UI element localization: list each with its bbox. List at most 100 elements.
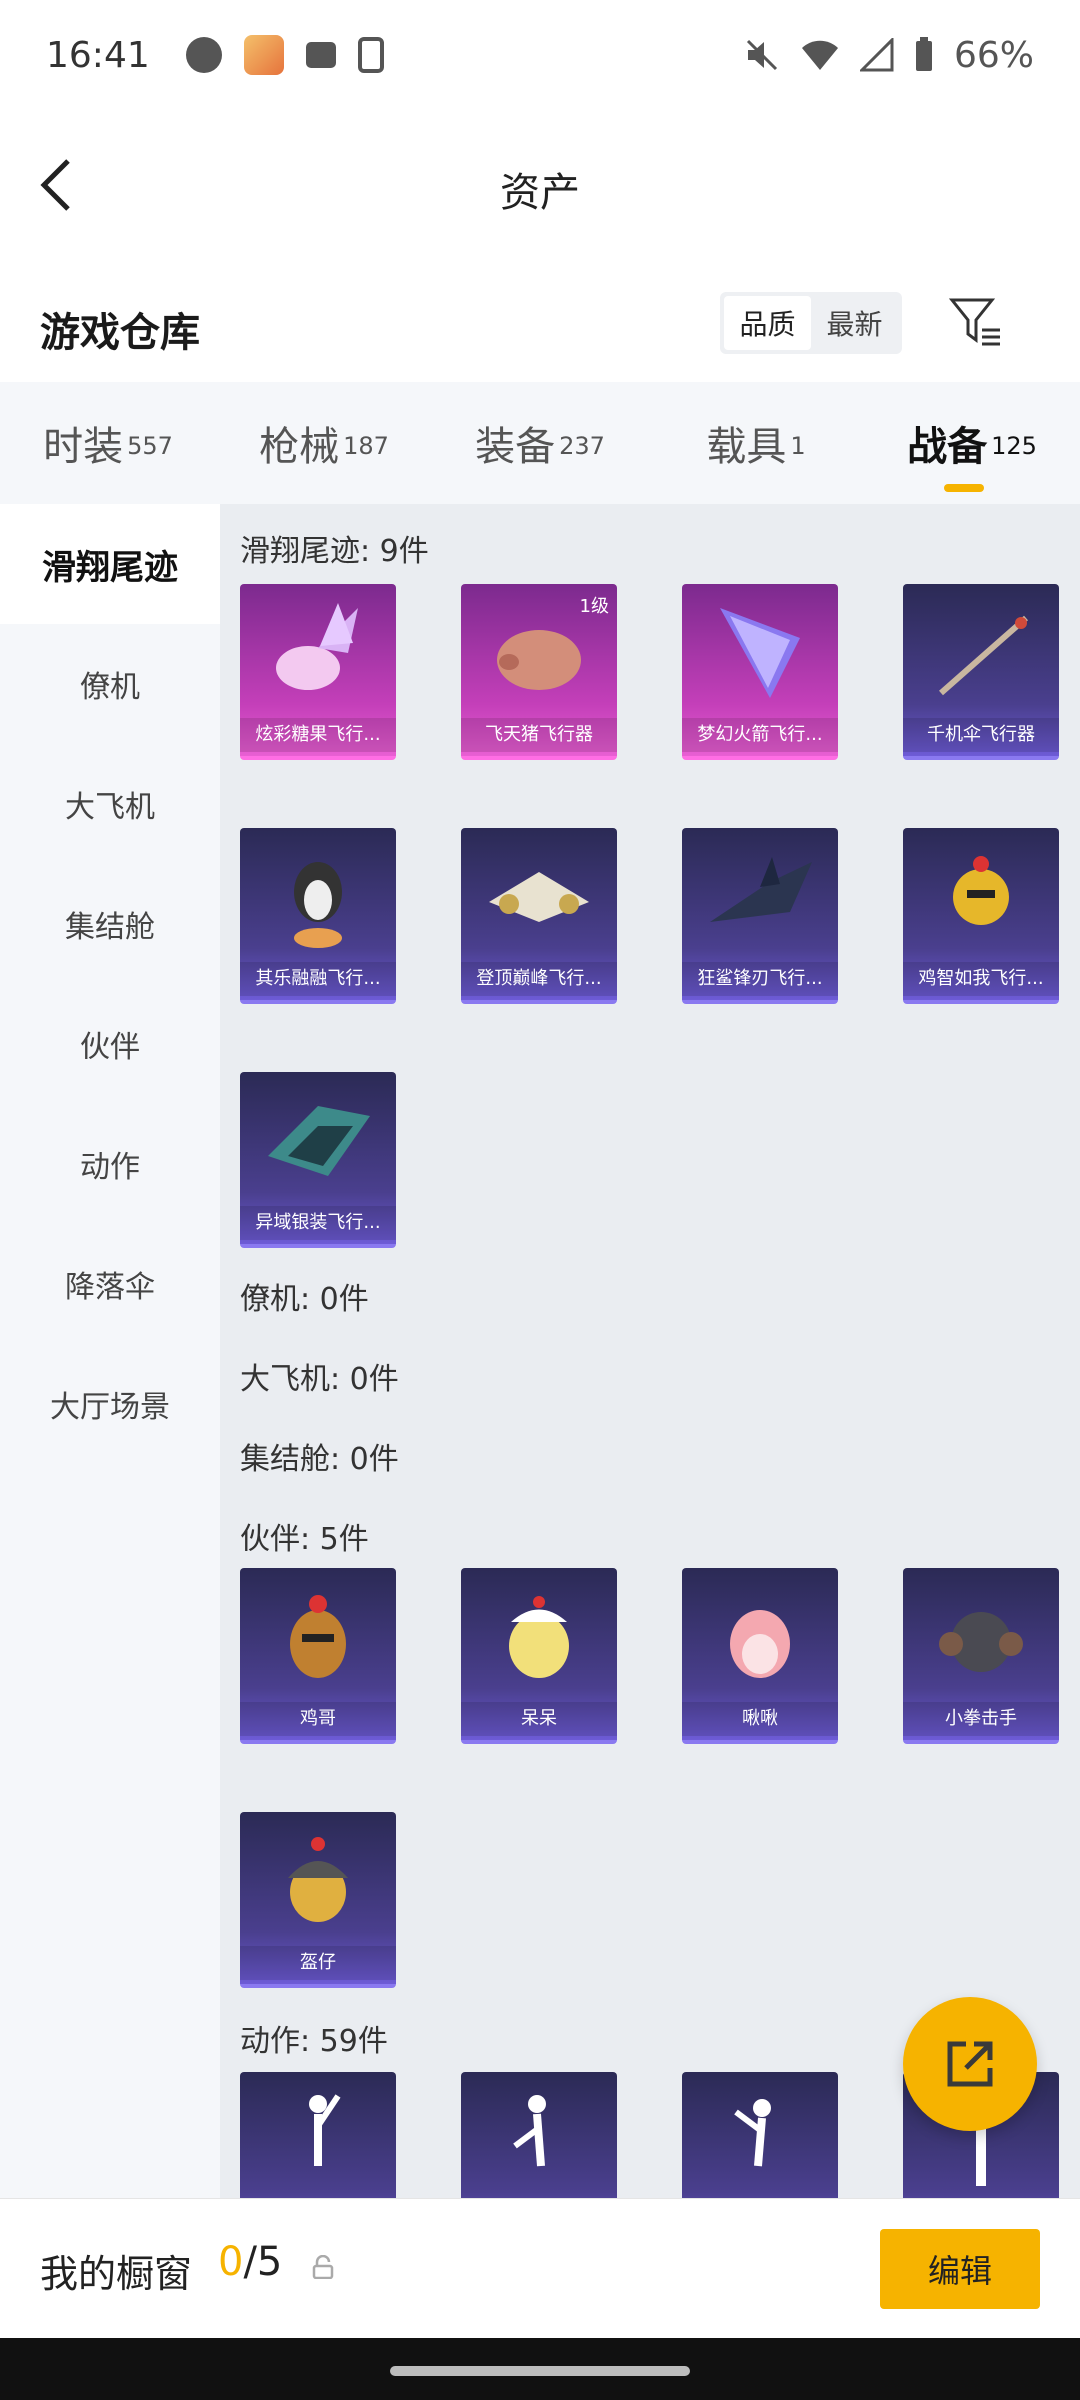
item-card[interactable]: 千机伞飞行器 (903, 584, 1059, 760)
game-app-icon (243, 35, 284, 75)
item-name: 飞天猪飞行器 (461, 718, 617, 752)
category-tabs: 时装 557 枪械 187 装备 237 载具 1 战备 125 (0, 382, 1080, 504)
sort-newest-option[interactable]: 最新 (811, 296, 898, 350)
item-card[interactable]: 梦幻火箭飞行... (682, 584, 838, 760)
group-title-wingman: 僚机: 0件 (240, 1282, 369, 1317)
penguin-glider-icon (294, 862, 342, 948)
dancer-emote-icon (309, 2094, 341, 2166)
sidebar: 滑翔尾迹 僚机 大飞机 集结舱 伙伴 动作 降落伞 大厅场景 (0, 504, 220, 2198)
app-header: 资产 (0, 110, 1080, 260)
page-title: 资产 (500, 170, 580, 216)
sidebar-item-capsule[interactable]: 集结舱 (0, 864, 220, 984)
item-card[interactable]: 小拳击手 (903, 1568, 1059, 1744)
item-card[interactable] (240, 2072, 396, 2198)
system-icons: 66% (744, 35, 1034, 76)
sidebar-item-emote[interactable]: 动作 (0, 1104, 220, 1224)
item-name: 鸡智如我飞行... (903, 962, 1059, 996)
tab-label: 载具 (706, 424, 787, 470)
notification-icons (185, 35, 384, 75)
item-name: 千机伞飞行器 (903, 718, 1059, 752)
item-card[interactable]: 炫彩糖果飞行... (240, 584, 396, 760)
tab-fashion[interactable]: 时装 557 (0, 414, 216, 472)
shark-glider-icon (710, 857, 812, 922)
item-card[interactable]: 鸡哥 (240, 1568, 396, 1744)
sidebar-item-parachute[interactable]: 降落伞 (0, 1224, 220, 1344)
item-card[interactable] (461, 2072, 617, 2198)
showcase-total: /5 (243, 2239, 283, 2285)
summit-glider-icon (489, 872, 589, 922)
tab-label: 时装 (43, 424, 124, 470)
sidebar-item-lobby-scene[interactable]: 大厅场景 (0, 1344, 220, 1464)
item-name: 小拳击手 (903, 1702, 1059, 1736)
tab-count: 1 (790, 431, 806, 460)
item-name: 其乐融融飞行... (240, 962, 396, 996)
item-card[interactable]: 1级 飞天猪飞行器 (461, 584, 617, 760)
filter-icon[interactable] (948, 294, 1004, 350)
item-card[interactable]: 狂鲨锋刃飞行... (682, 828, 838, 1004)
item-name: 呆呆 (461, 1702, 617, 1736)
level-badge: 1级 (579, 596, 609, 617)
item-name: 异域银装飞行... (240, 1206, 396, 1240)
gesture-handle[interactable] (390, 2366, 690, 2376)
showcase-label: 我的橱窗 (40, 2252, 193, 2296)
item-card[interactable] (682, 2072, 838, 2198)
share-fab-button[interactable] (903, 1997, 1037, 2131)
rooster-partner-icon (290, 1595, 346, 1678)
item-card[interactable]: 呆呆 (461, 1568, 617, 1744)
tab-weapons[interactable]: 枪械 187 (216, 414, 432, 472)
sort-toggle: 品质 最新 (720, 292, 902, 354)
face-app-icon (185, 37, 222, 73)
system-nav-bar (0, 2338, 1080, 2400)
boxer-partner-icon (939, 1612, 1023, 1672)
item-card[interactable]: 鸡智如我飞行... (903, 828, 1059, 1004)
item-list: 滑翔尾迹: 9件 炫彩糖果飞行... 1级 飞天猪飞行器 梦幻火箭飞行... 千… (220, 504, 1080, 2198)
silver-glider-icon (268, 1106, 370, 1176)
tab-battle-prep[interactable]: 战备 125 (864, 414, 1080, 492)
tab-vehicles[interactable]: 载具 1 (648, 414, 864, 472)
item-name: 登顶巅峰飞行... (461, 962, 617, 996)
sidebar-item-partner[interactable]: 伙伴 (0, 984, 220, 1104)
tab-equipment[interactable]: 装备 237 (432, 414, 648, 472)
candy-glider-icon (276, 603, 358, 690)
group-title-capsule: 集结舱: 0件 (240, 1442, 399, 1477)
helmet-partner-icon (288, 1837, 348, 1922)
battery-icon (915, 37, 932, 71)
warehouse-header: 游戏仓库 品质 最新 (0, 280, 1080, 380)
chicken-glider-icon (953, 856, 1009, 925)
showcase-current: 0 (218, 2239, 244, 2285)
dancer-emote-icon (513, 2095, 546, 2167)
signal-icon (859, 38, 894, 72)
showcase-count: 0/5 (218, 2239, 282, 2285)
sidebar-item-big-plane[interactable]: 大飞机 (0, 744, 220, 864)
sort-quality-option[interactable]: 品质 (724, 296, 811, 350)
mute-icon (746, 39, 778, 71)
item-card[interactable]: 啾啾 (682, 1568, 838, 1744)
warehouse-title: 游戏仓库 (40, 310, 200, 356)
pink-bird-partner-icon (730, 1610, 790, 1678)
item-card[interactable]: 异域银装飞行... (240, 1072, 396, 1248)
item-name: 梦幻火箭飞行... (682, 718, 838, 752)
umbrella-glider-icon (939, 615, 1028, 696)
item-name: 盔仔 (240, 1946, 396, 1980)
battery-level: 66% (953, 34, 1034, 76)
lock-icon (312, 2255, 334, 2279)
item-card[interactable]: 其乐融融飞行... (240, 828, 396, 1004)
status-bar: 16:41 66% (0, 0, 1080, 110)
tab-label: 枪械 (259, 424, 340, 470)
sidebar-item-glider-trail[interactable]: 滑翔尾迹 (0, 504, 220, 624)
group-title-emote: 动作: 59件 (240, 2024, 388, 2059)
edit-button[interactable]: 编辑 (880, 2229, 1040, 2309)
item-name: 啾啾 (682, 1702, 838, 1736)
mail-icon (305, 42, 336, 68)
showcase-bar: 我的橱窗 0/5 编辑 (0, 2198, 1080, 2338)
item-card[interactable]: 盔仔 (240, 1812, 396, 1988)
tab-label: 装备 (475, 424, 556, 470)
group-title-partner: 伙伴: 5件 (240, 1522, 369, 1557)
tab-count: 187 (343, 431, 389, 460)
tab-count: 237 (559, 431, 605, 460)
tab-label: 战备 (907, 424, 988, 470)
item-card[interactable]: 登顶巅峰飞行... (461, 828, 617, 1004)
sidebar-item-wingman[interactable]: 僚机 (0, 624, 220, 744)
dream-rocket-icon (720, 608, 800, 698)
tab-count: 125 (991, 431, 1037, 460)
